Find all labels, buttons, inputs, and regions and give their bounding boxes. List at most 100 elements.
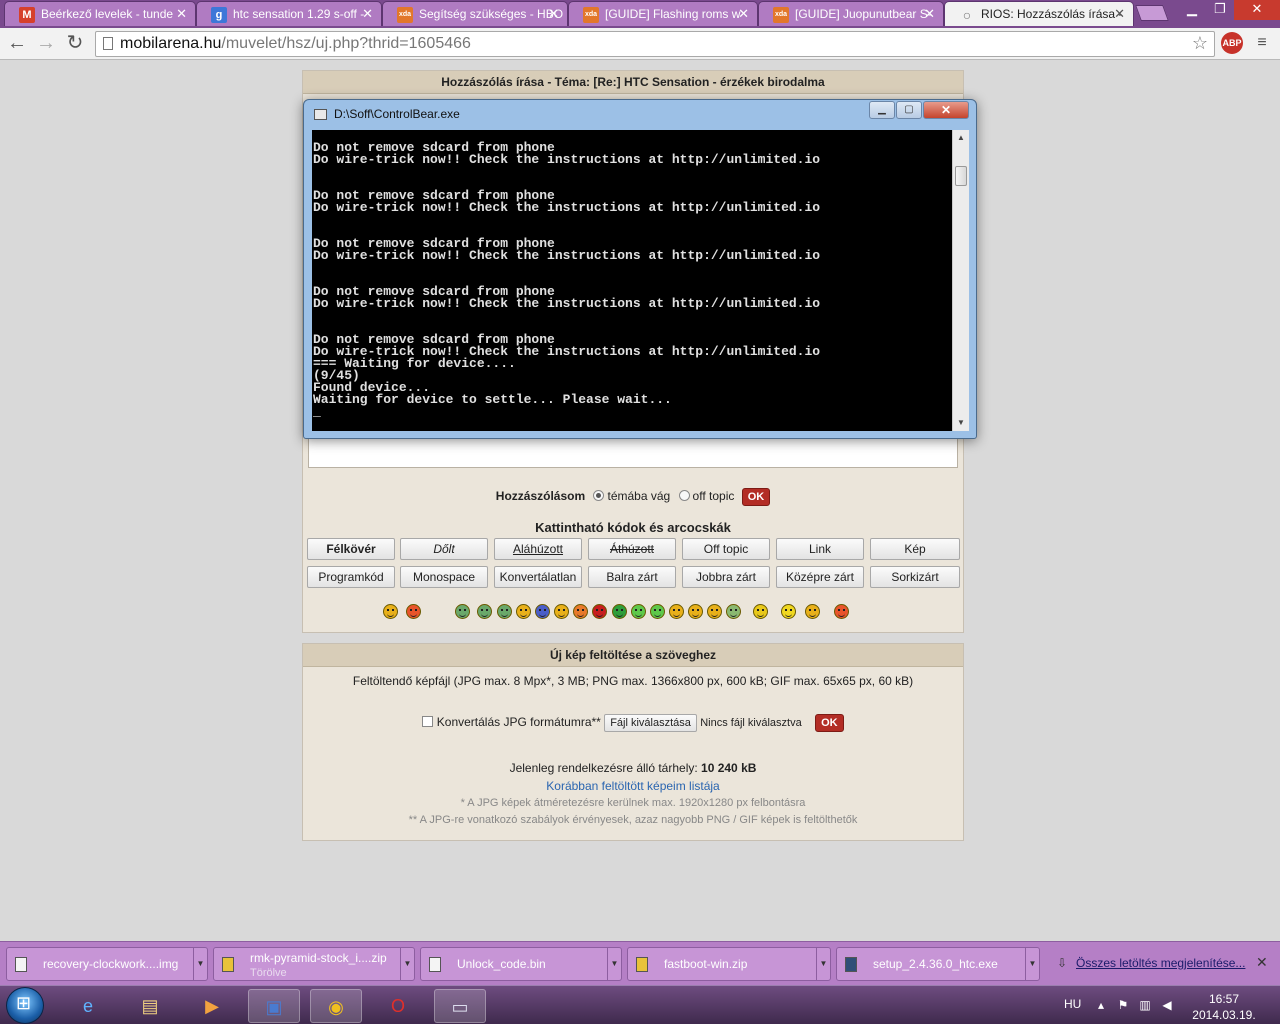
close-icon[interactable]: ✕ [548,6,559,22]
start-button[interactable] [6,987,44,1024]
explorer-icon[interactable]: ▤ [124,989,176,1023]
monospace-button[interactable]: Monospace [400,566,488,588]
close-icon[interactable]: ✕ [1256,954,1268,971]
browser-tab[interactable]: M Beérkező levelek - tunde ✕ [4,1,196,26]
smiley-icon[interactable] [612,604,627,619]
browser-tab-active[interactable]: ○ RIOS: Hozzászólás írása - ✕ [944,1,1134,26]
back-icon[interactable]: ← [5,32,29,56]
maximize-icon[interactable]: ▢ [896,101,922,119]
network-icon[interactable]: ▥ [1138,998,1152,1012]
restore-icon[interactable]: ❐ [1206,0,1234,20]
smiley-icon[interactable] [834,604,849,619]
download-item[interactable]: recovery-clockwork....img ▼ [6,947,208,981]
smiley-icon[interactable] [516,604,531,619]
smiley-icon[interactable] [631,604,646,619]
offtopic-button[interactable]: Off topic [682,538,770,560]
chevron-down-icon[interactable]: ▼ [1025,948,1039,980]
show-all-downloads-link[interactable]: Összes letöltés megjelenítése... [1076,956,1245,970]
close-icon[interactable]: ✕ [176,6,187,22]
close-icon[interactable]: ✕ [362,6,373,22]
smiley-icon[interactable] [781,604,796,619]
opera-icon[interactable]: O [372,989,424,1023]
smiley-icon[interactable] [592,604,607,619]
minimize-icon[interactable]: ▁ [1178,0,1206,20]
console-window[interactable]: D:\Soff\ControlBear.exe ▁ ▢ ✕ Do not rem… [303,99,977,439]
language-indicator[interactable]: HU [1064,997,1081,1011]
smiley-icon[interactable] [669,604,684,619]
scroll-up-icon[interactable]: ▲ [953,130,969,146]
smiley-icon[interactable] [535,604,550,619]
bold-button[interactable]: Félkövér [307,538,395,560]
media-player-icon[interactable]: ▶ [186,989,238,1023]
radio-topic[interactable] [593,490,605,501]
download-item[interactable]: Unlock_code.bin ▼ [420,947,622,981]
bookmark-star-icon[interactable]: ☆ [1192,33,1208,54]
browser-tab[interactable]: g htc sensation 1.29 s-off - ✕ [196,1,382,26]
ie-icon[interactable]: e [62,989,114,1023]
console-scrollbar[interactable]: ▲ ▼ [952,130,969,431]
chevron-down-icon[interactable]: ▼ [816,948,830,980]
smiley-icon[interactable] [497,604,512,619]
save-icon[interactable]: ▣ [248,989,300,1023]
unconverted-button[interactable]: Konvertálatlan [494,566,582,588]
smiley-icon[interactable] [707,604,722,619]
align-right-button[interactable]: Jobbra zárt [682,566,770,588]
upload-ok-button[interactable]: OK [815,714,844,732]
choose-file-button[interactable]: Fájl kiválasztása [604,714,697,732]
smiley-icon[interactable] [805,604,820,619]
chevron-down-icon[interactable]: ▼ [193,948,207,980]
scroll-down-icon[interactable]: ▼ [953,415,969,431]
smiley-icon[interactable] [726,604,741,619]
smiley-icon[interactable] [383,604,398,619]
previous-images-link[interactable]: Korábban feltöltött képeim listája [303,779,963,793]
adblock-icon[interactable]: ABP [1221,32,1243,54]
code-button[interactable]: Programkód [307,566,395,588]
close-icon[interactable]: ✕ [1234,0,1280,20]
address-bar[interactable]: mobilarena.hu/muvelet/hsz/uj.php?thrid=1… [95,31,1215,57]
radio-offtopic[interactable] [678,490,690,501]
smiley-icon[interactable] [573,604,588,619]
volume-icon[interactable]: ◀ [1160,998,1174,1012]
browser-tab[interactable]: xda [GUIDE] Juopunutbear S- ✕ [758,1,944,26]
ok-button[interactable]: OK [741,488,771,506]
italic-button[interactable]: Dőlt [400,538,488,560]
download-item[interactable]: rmk-pyramid-stock_i....zip Törölve ▼ [213,947,415,981]
browser-tab[interactable]: xda Segítség szükséges - HBO ✕ [382,1,568,26]
strikethrough-button[interactable]: Áthúzott [588,538,676,560]
image-button[interactable]: Kép [870,538,960,560]
show-hidden-icon[interactable]: ▴ [1094,998,1108,1012]
chevron-down-icon[interactable]: ▼ [400,948,414,980]
smiley-icon[interactable] [753,604,768,619]
align-center-button[interactable]: Középre zárt [776,566,864,588]
flag-icon[interactable]: ⚑ [1116,998,1130,1012]
clock[interactable]: 16:57 2014.03.19. [1184,991,1264,1023]
underline-button[interactable]: Aláhúzott [494,538,582,560]
close-icon[interactable]: ✕ [923,101,969,119]
smiley-icon[interactable] [477,604,492,619]
smiley-icon[interactable] [455,604,470,619]
smiley-icon[interactable] [650,604,665,619]
smiley-icon[interactable] [554,604,569,619]
minimize-icon[interactable]: ▁ [869,101,895,119]
download-item[interactable]: setup_2.4.36.0_htc.exe ▼ [836,947,1040,981]
smiley-icon[interactable] [688,604,703,619]
no-file-label: Nincs fájl kiválasztva [700,717,802,729]
forward-icon[interactable]: → [34,32,58,56]
close-icon[interactable]: ✕ [924,6,935,22]
download-item[interactable]: fastboot-win.zip ▼ [627,947,831,981]
justify-button[interactable]: Sorkizárt [870,566,960,588]
scroll-thumb[interactable] [955,166,967,186]
console-icon[interactable]: ▭ [434,989,486,1023]
align-left-button[interactable]: Balra zárt [588,566,676,588]
browser-tab[interactable]: xda [GUIDE] Flashing roms w ✕ [568,1,758,26]
link-button[interactable]: Link [776,538,864,560]
chrome-icon[interactable]: ◉ [310,989,362,1023]
new-tab-button[interactable] [1135,5,1169,21]
smiley-icon[interactable] [406,604,421,619]
chevron-down-icon[interactable]: ▼ [607,948,621,980]
close-icon[interactable]: ✕ [738,6,749,22]
close-icon[interactable]: ✕ [1114,6,1125,22]
reload-icon[interactable]: ↻ [63,32,87,56]
convert-checkbox[interactable] [422,716,434,727]
menu-icon[interactable]: ≡ [1254,34,1270,52]
